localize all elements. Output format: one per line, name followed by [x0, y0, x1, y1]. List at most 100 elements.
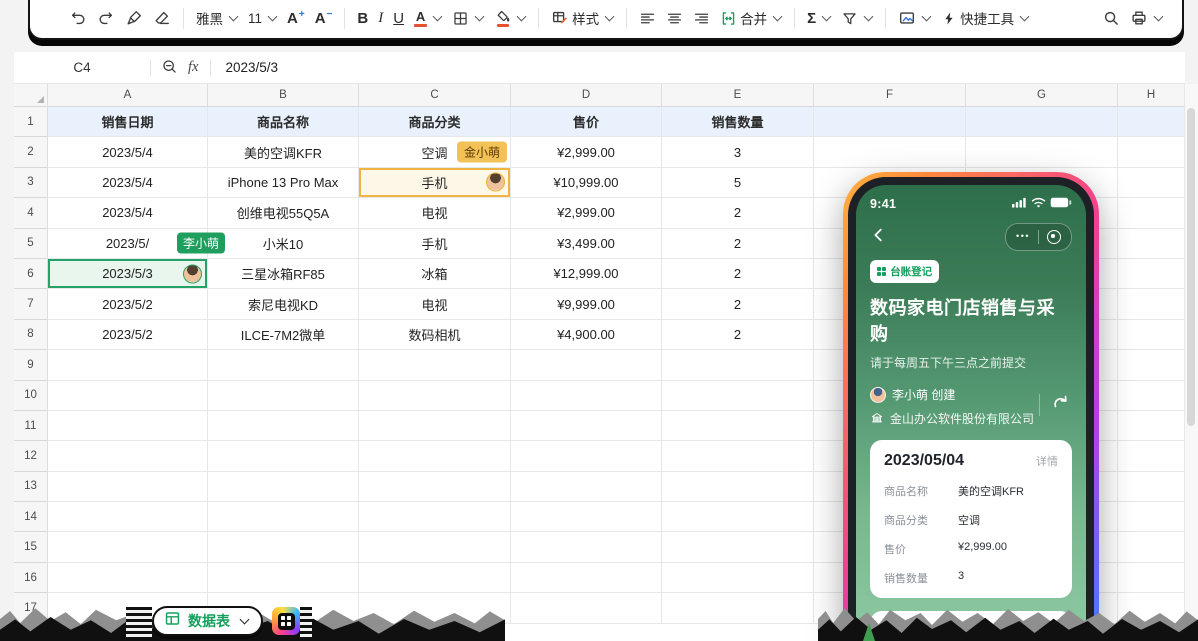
- cell-C12[interactable]: [359, 441, 511, 471]
- filter-button[interactable]: [836, 7, 878, 30]
- print-button[interactable]: [1125, 6, 1168, 30]
- cell-H6[interactable]: [1118, 259, 1185, 289]
- cell-C14[interactable]: [359, 502, 511, 532]
- row-header-14[interactable]: 14: [14, 502, 48, 532]
- cell-D2[interactable]: ¥2,999.00: [511, 137, 662, 167]
- row-header-9[interactable]: 9: [14, 350, 48, 380]
- row-header-13[interactable]: 13: [14, 472, 48, 502]
- cell-E9[interactable]: [662, 350, 814, 380]
- cell-H8[interactable]: [1118, 320, 1185, 350]
- cell-A14[interactable]: [48, 502, 208, 532]
- vertical-scrollbar-thumb[interactable]: [1187, 108, 1195, 426]
- cell-D4[interactable]: ¥2,999.00: [511, 198, 662, 228]
- cell-D9[interactable]: [511, 350, 662, 380]
- column-header-H[interactable]: H: [1118, 84, 1185, 107]
- cell-name-box[interactable]: C4: [14, 60, 150, 75]
- fill-color-button[interactable]: [489, 6, 531, 31]
- cell-E6[interactable]: 2: [662, 259, 814, 289]
- column-header-A[interactable]: A: [48, 84, 208, 107]
- cell-F2[interactable]: [814, 137, 966, 167]
- cell-D14[interactable]: [511, 502, 662, 532]
- cell-C8[interactable]: 数码相机: [359, 320, 511, 350]
- cell-C5[interactable]: 手机: [359, 229, 511, 259]
- font-size-select[interactable]: 11: [243, 8, 282, 29]
- cell-E5[interactable]: 2: [662, 229, 814, 259]
- cell-H5[interactable]: [1118, 229, 1185, 259]
- cell-B14[interactable]: [208, 502, 359, 532]
- cell-E11[interactable]: [662, 411, 814, 441]
- cell-H16[interactable]: [1118, 563, 1185, 593]
- cell-C6[interactable]: 冰箱: [359, 259, 511, 289]
- row-header-16[interactable]: 16: [14, 563, 48, 593]
- cell-B1[interactable]: 商品名称: [208, 107, 359, 137]
- miniprogram-capsule[interactable]: •••: [1005, 223, 1072, 251]
- cell-D1[interactable]: 售价: [511, 107, 662, 137]
- cell-E14[interactable]: [662, 502, 814, 532]
- cell-A1[interactable]: 销售日期: [48, 107, 208, 137]
- cell-B8[interactable]: ILCE-7M2微单: [208, 320, 359, 350]
- cell-A6[interactable]: 2023/5/3: [48, 259, 208, 289]
- cell-A7[interactable]: 2023/5/2: [48, 289, 208, 319]
- column-header-C[interactable]: C: [359, 84, 511, 107]
- cell-B2[interactable]: 美的空调KFR: [208, 137, 359, 167]
- row-header-3[interactable]: 3: [14, 168, 48, 198]
- row-header-1[interactable]: 1: [14, 107, 48, 137]
- cell-A5[interactable]: 2023/5/李小萌: [48, 229, 208, 259]
- cell-D16[interactable]: [511, 563, 662, 593]
- cell-H3[interactable]: [1118, 168, 1185, 198]
- cell-H12[interactable]: [1118, 441, 1185, 471]
- cell-B10[interactable]: [208, 381, 359, 411]
- row-header-12[interactable]: 12: [14, 441, 48, 471]
- format-painter-button[interactable]: [120, 6, 148, 30]
- column-header-F[interactable]: F: [814, 84, 966, 107]
- cell-D13[interactable]: [511, 472, 662, 502]
- cell-H1[interactable]: [1118, 107, 1185, 137]
- cell-C1[interactable]: 商品分类: [359, 107, 511, 137]
- row-header-8[interactable]: 8: [14, 320, 48, 350]
- share-button[interactable]: [1050, 392, 1072, 417]
- cell-A4[interactable]: 2023/5/4: [48, 198, 208, 228]
- cell-E15[interactable]: [662, 532, 814, 562]
- cell-A16[interactable]: [48, 563, 208, 593]
- cell-B6[interactable]: 三星冰箱RF85: [208, 259, 359, 289]
- cell-C9[interactable]: [359, 350, 511, 380]
- insert-image-button[interactable]: [893, 6, 936, 30]
- cell-C2[interactable]: 空调金小萌: [359, 137, 511, 167]
- sum-button[interactable]: Σ: [802, 7, 836, 30]
- eraser-button[interactable]: [148, 6, 176, 30]
- row-header-6[interactable]: 6: [14, 259, 48, 289]
- cell-D12[interactable]: [511, 441, 662, 471]
- back-button[interactable]: [870, 226, 888, 249]
- cell-A12[interactable]: [48, 441, 208, 471]
- cell-F1[interactable]: [814, 107, 966, 137]
- cell-A2[interactable]: 2023/5/4: [48, 137, 208, 167]
- cell-D6[interactable]: ¥12,999.00: [511, 259, 662, 289]
- cell-A10[interactable]: [48, 381, 208, 411]
- cell-B4[interactable]: 创维电视55Q5A: [208, 198, 359, 228]
- cell-G2[interactable]: [966, 137, 1118, 167]
- cell-H7[interactable]: [1118, 289, 1185, 319]
- cell-H15[interactable]: [1118, 532, 1185, 562]
- cell-E1[interactable]: 销售数量: [662, 107, 814, 137]
- row-header-2[interactable]: 2: [14, 137, 48, 167]
- cell-A3[interactable]: 2023/5/4: [48, 168, 208, 198]
- cell-B15[interactable]: [208, 532, 359, 562]
- cell-D11[interactable]: [511, 411, 662, 441]
- font-name-select[interactable]: 雅黑: [191, 5, 243, 31]
- bold-button[interactable]: B: [352, 7, 373, 30]
- cell-D7[interactable]: ¥9,999.00: [511, 289, 662, 319]
- cell-C4[interactable]: 电视: [359, 198, 511, 228]
- cell-C7[interactable]: 电视: [359, 289, 511, 319]
- cell-B9[interactable]: [208, 350, 359, 380]
- formula-input[interactable]: 2023/5/3: [225, 60, 278, 75]
- cell-E13[interactable]: [662, 472, 814, 502]
- cell-E7[interactable]: 2: [662, 289, 814, 319]
- cell-A13[interactable]: [48, 472, 208, 502]
- select-all-corner[interactable]: [14, 84, 48, 107]
- cell-A11[interactable]: [48, 411, 208, 441]
- cell-C3[interactable]: 手机: [359, 168, 511, 198]
- align-left-button[interactable]: [634, 7, 661, 30]
- cell-B5[interactable]: 小米10: [208, 229, 359, 259]
- cell-E3[interactable]: 5: [662, 168, 814, 198]
- detail-link[interactable]: 详情: [1036, 453, 1058, 469]
